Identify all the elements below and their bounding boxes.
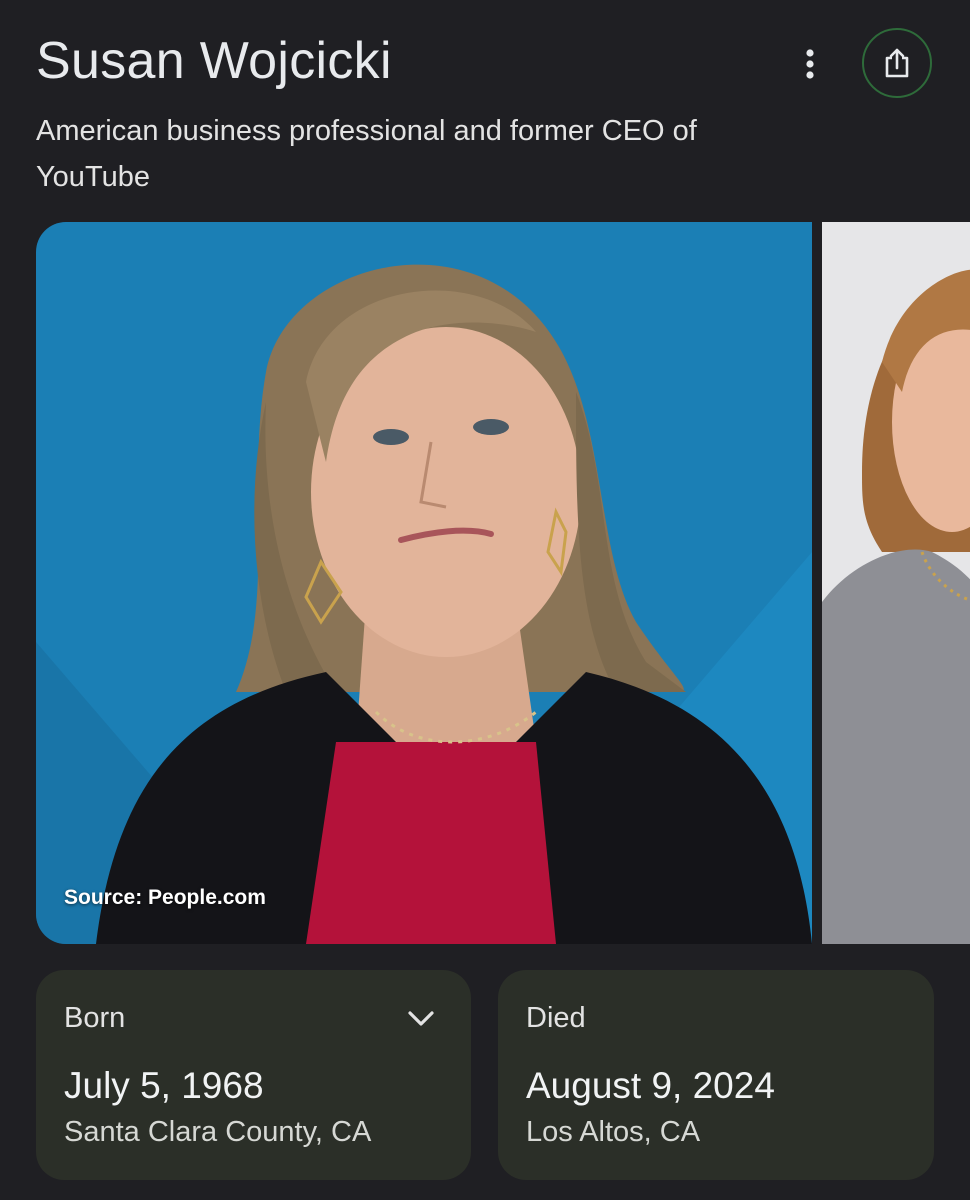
more-options-button[interactable] <box>790 44 830 84</box>
chevron-down-icon[interactable] <box>407 1010 435 1028</box>
died-card[interactable]: Died August 9, 2024 Los Altos, CA <box>498 970 934 1180</box>
died-label: Died <box>526 1002 586 1034</box>
secondary-portrait-image[interactable] <box>822 222 970 944</box>
died-date: August 9, 2024 <box>526 1065 775 1106</box>
more-vert-icon <box>806 49 814 79</box>
image-gallery[interactable]: Source: People.com <box>36 222 970 944</box>
image-source-caption: Source: People.com <box>64 886 266 909</box>
secondary-photo <box>822 222 970 944</box>
share-button[interactable] <box>862 28 932 98</box>
entity-description: American business professional and forme… <box>36 115 697 193</box>
born-date: July 5, 1968 <box>64 1065 264 1106</box>
main-portrait-image[interactable]: Source: People.com <box>36 222 812 944</box>
share-icon <box>885 48 909 78</box>
died-place: Los Altos, CA <box>526 1116 701 1148</box>
born-card[interactable]: Born July 5, 1968 Santa Clara County, CA <box>36 970 471 1180</box>
born-place: Santa Clara County, CA <box>64 1116 372 1148</box>
portrait-photo <box>36 222 812 944</box>
born-label: Born <box>64 1002 126 1034</box>
